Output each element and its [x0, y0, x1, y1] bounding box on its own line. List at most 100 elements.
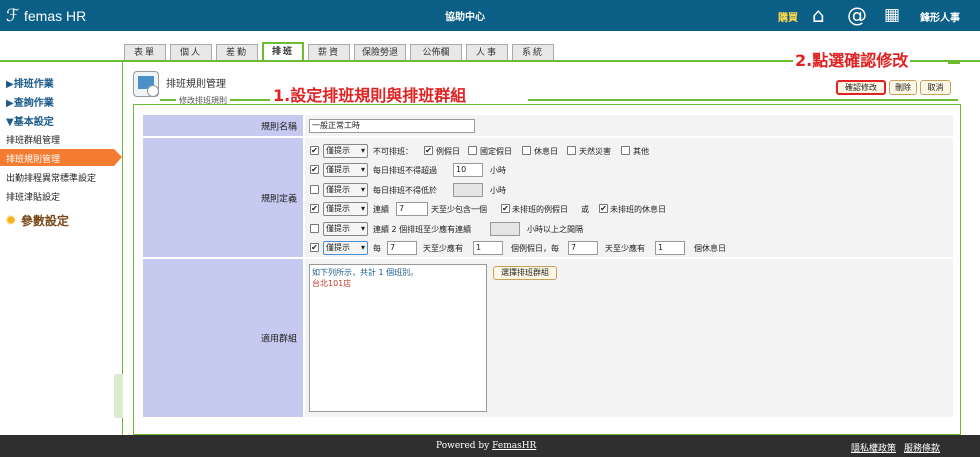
- rule1-opt-rest-checkbox[interactable]: [522, 146, 531, 155]
- rule6-checkbox[interactable]: [310, 243, 319, 252]
- rule6-holiday-count-input[interactable]: 1: [473, 241, 503, 255]
- sidebar-collapse-handle[interactable]: [114, 374, 123, 418]
- rule6-rest-count-input[interactable]: 1: [655, 241, 685, 255]
- annotation-step1: 1.設定排班規則與排班群組: [271, 82, 469, 106]
- rule1-checkbox[interactable]: [310, 146, 319, 155]
- sidebar-settings[interactable]: ✹ 參數設定: [5, 212, 69, 229]
- logo[interactable]: ℱfemas HR: [6, 6, 86, 26]
- rule5-unit: 小時以上之間隔: [527, 225, 583, 234]
- sidebar-item-group-mgmt[interactable]: 排班群組管理: [6, 133, 60, 146]
- rule1-opt-disaster-checkbox[interactable]: [567, 146, 576, 155]
- powered-by-text: Powered by: [436, 441, 493, 451]
- logo-text: femas HR: [24, 8, 87, 24]
- rule3-mode-select[interactable]: 僅提示: [323, 183, 368, 197]
- rule-name-input[interactable]: 一般正常工時: [309, 119, 475, 133]
- group-label: 適用群組: [143, 259, 303, 417]
- rule6-text-3: 個例假日，每: [511, 244, 559, 253]
- sidebar-item-rule-mgmt[interactable]: 排班規則管理: [0, 149, 122, 166]
- rule4-opt2-checkbox[interactable]: [599, 204, 608, 213]
- rule3-hours-input[interactable]: [453, 183, 483, 197]
- group-note: 如下列所示，共計 1 個班別。: [312, 268, 419, 277]
- settings-label: 參數設定: [20, 214, 69, 228]
- rule4-text-2: 天至少包含一個: [431, 205, 487, 214]
- rule5-mode-select[interactable]: 僅提示: [323, 222, 368, 236]
- rule1-opt-holiday-label: 例假日: [436, 147, 460, 156]
- tab-system[interactable]: 系統: [512, 44, 554, 61]
- rule6-text-2: 天至少應有: [423, 244, 463, 253]
- choose-group-button[interactable]: 選擇排班群組: [493, 266, 557, 280]
- sidebar-item-abnormal-standard[interactable]: 出勤排程異常標準設定: [6, 171, 96, 184]
- rule-definition-row: 規則定義 僅提示 不可排班： 例假日 國定假日 休息日 天然災害 其他 僅提示 …: [143, 138, 953, 257]
- rule4-opt1-label: 未排班的例假日: [512, 205, 568, 214]
- rule1-opt-rest-label: 休息日: [534, 147, 558, 156]
- top-bar: ℱfemas HR 協助中心 購買 ⌂ @ ▦ 鋒形人事: [0, 0, 980, 31]
- annotation-line-1b: [528, 99, 958, 101]
- rule6-text-4: 天至少應有: [605, 244, 645, 253]
- tab-forms[interactable]: 表單: [124, 44, 166, 61]
- rule2-text: 每日排班不得超過: [373, 166, 437, 175]
- rule4-days-input[interactable]: 7: [396, 202, 428, 216]
- rule2-checkbox[interactable]: [310, 165, 319, 174]
- user-name[interactable]: 鋒形人事: [920, 9, 960, 24]
- rule3-unit: 小時: [490, 186, 506, 195]
- rule4-mode-select[interactable]: 僅提示: [323, 202, 368, 216]
- rule6-text-5: 個休息日: [694, 244, 726, 253]
- rule1-mode-select[interactable]: 僅提示: [323, 144, 368, 158]
- tab-insurance[interactable]: 保險勞退: [354, 44, 406, 61]
- rule1-opt-disaster-label: 天然災害: [579, 147, 611, 156]
- rule1-opt-national-checkbox[interactable]: [468, 146, 477, 155]
- rule1-opt-other-label: 其他: [633, 147, 649, 156]
- rule6-mode-select[interactable]: 僅提示: [323, 241, 368, 255]
- rule1-opt-other-checkbox[interactable]: [621, 146, 630, 155]
- rule3-checkbox[interactable]: [310, 185, 319, 194]
- tab-hr[interactable]: 人事: [466, 44, 508, 61]
- buy-link[interactable]: 購買: [778, 9, 798, 24]
- cancel-button[interactable]: 取消: [920, 80, 951, 95]
- delete-button[interactable]: 刪除: [889, 80, 917, 95]
- rule-name-cell: 一般正常工時: [305, 115, 953, 136]
- rule-name-label: 規則名稱: [143, 115, 303, 136]
- gear-icon: ✹: [5, 213, 17, 229]
- sidebar-item-allowance[interactable]: 排班津貼設定: [6, 190, 60, 203]
- calendar-icon[interactable]: ▦: [884, 4, 900, 26]
- sidebar-item-label: 排班規則管理: [6, 155, 61, 165]
- tab-attendance[interactable]: 差勤: [216, 44, 258, 61]
- sidebar-section-basic[interactable]: ▼基本設定: [6, 113, 54, 128]
- at-icon[interactable]: @: [847, 4, 867, 26]
- sidebar-section-scheduling[interactable]: ▶排班作業: [6, 75, 54, 90]
- privacy-link[interactable]: 隱私權政策: [851, 444, 896, 454]
- rule1-text: 不可排班：: [373, 147, 413, 156]
- rule1-opt-holiday-checkbox[interactable]: [424, 146, 433, 155]
- rule4-opt1-checkbox[interactable]: [501, 204, 510, 213]
- brand-link[interactable]: FemasHR: [492, 441, 536, 451]
- rule3-text: 每日排班不得低於: [373, 186, 437, 195]
- rule5-text: 連續 2 個排班至少應有連續: [373, 225, 472, 234]
- group-item[interactable]: 台北101店: [312, 278, 351, 289]
- rule5-hours-input[interactable]: [490, 222, 520, 236]
- tab-personal[interactable]: 個人: [170, 44, 212, 61]
- page-title: 排班規則管理: [166, 79, 226, 90]
- rule2-mode-select[interactable]: 僅提示: [323, 163, 368, 177]
- main-tabs: 表單 個人 差勤 排班 薪資 保險勞退 公佈欄 人事 系統: [124, 42, 554, 61]
- rule4-or: 或: [581, 205, 589, 214]
- tab-scheduling[interactable]: 排班: [262, 42, 304, 61]
- help-center-link[interactable]: 協助中心: [445, 8, 485, 23]
- rule2-hours-input[interactable]: 10: [453, 163, 483, 177]
- femas-logo-icon: ℱ: [6, 6, 20, 25]
- group-list-box[interactable]: 如下列所示，共計 1 個班別。 台北101店: [309, 264, 487, 412]
- rule6-days2-input[interactable]: 7: [568, 241, 598, 255]
- annotation-line-2: [948, 62, 960, 64]
- tab-bulletin[interactable]: 公佈欄: [410, 44, 462, 61]
- group-row: 適用群組: [143, 259, 953, 417]
- rule-name-row: 規則名稱 一般正常工時: [143, 115, 953, 136]
- rule-definition-cell: 僅提示 不可排班： 例假日 國定假日 休息日 天然災害 其他 僅提示 每日排班不…: [305, 138, 953, 257]
- rule6-days1-input[interactable]: 7: [387, 241, 417, 255]
- terms-link[interactable]: 服務條款: [904, 444, 940, 454]
- sidebar-section-query[interactable]: ▶查詢作業: [6, 94, 54, 109]
- rule5-checkbox[interactable]: [310, 224, 319, 233]
- confirm-button[interactable]: 確認修改: [836, 80, 886, 95]
- home-icon[interactable]: ⌂: [812, 4, 825, 26]
- tab-salary[interactable]: 薪資: [308, 44, 350, 61]
- rule4-checkbox[interactable]: [310, 204, 319, 213]
- rule4-opt2-label: 未排班的休息日: [610, 205, 666, 214]
